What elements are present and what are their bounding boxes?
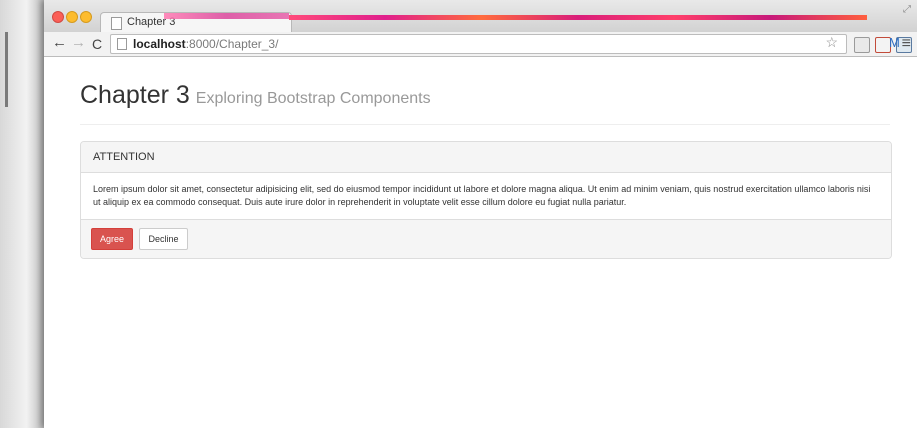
agree-button[interactable]: Agree xyxy=(91,228,134,250)
page-favicon-icon xyxy=(111,17,122,30)
address-bar[interactable]: localhost:8000/Chapter_3/ ☆ xyxy=(110,34,847,54)
fullscreen-icon[interactable]: ⤢ xyxy=(903,4,911,15)
hamburger-menu-icon[interactable]: ≡ xyxy=(902,35,911,53)
background-window-edge xyxy=(5,32,8,107)
reload-icon[interactable]: C xyxy=(92,36,102,52)
star-icon[interactable]: ☆ xyxy=(825,34,838,51)
render-artifact xyxy=(164,13,289,19)
page-content: Chapter 3 Exploring Bootstrap Components … xyxy=(44,57,917,428)
desktop-backdrop xyxy=(0,0,44,428)
panel-body: Lorem ipsum dolor sit amet, consectetur … xyxy=(93,184,871,207)
browser-titlebar: Chapter 3 ⤢ xyxy=(44,0,917,33)
page-icon xyxy=(117,38,127,50)
render-artifact xyxy=(289,15,867,20)
url-text: localhost:8000/Chapter_3/ xyxy=(133,37,279,51)
page-title: Chapter 3 Exploring Bootstrap Components xyxy=(80,81,431,109)
close-window-button[interactable] xyxy=(52,11,64,23)
gmail-extension-icon[interactable]: M xyxy=(889,35,900,50)
page-subtitle: Exploring Bootstrap Components xyxy=(195,90,431,107)
maximize-window-button[interactable] xyxy=(80,11,92,23)
minimize-window-button[interactable] xyxy=(66,11,78,23)
extension-user-icon[interactable] xyxy=(854,37,870,53)
back-arrow-icon[interactable]: ← xyxy=(52,35,67,51)
attention-panel: ATTENTION Lorem ipsum dolor sit amet, co… xyxy=(80,141,892,259)
browser-window: Chapter 3 ⤢ ← → C localhost:8000/Chapter… xyxy=(44,0,917,428)
forward-arrow-icon[interactable]: → xyxy=(71,35,86,51)
browser-toolbar: ← → C localhost:8000/Chapter_3/ ☆ M ≡ xyxy=(44,32,917,57)
panel-heading: ATTENTION xyxy=(81,142,891,173)
panel-footer: Agree Decline xyxy=(81,219,891,258)
decline-button[interactable]: Decline xyxy=(139,228,188,250)
page-header: Chapter 3 Exploring Bootstrap Components xyxy=(80,81,890,125)
